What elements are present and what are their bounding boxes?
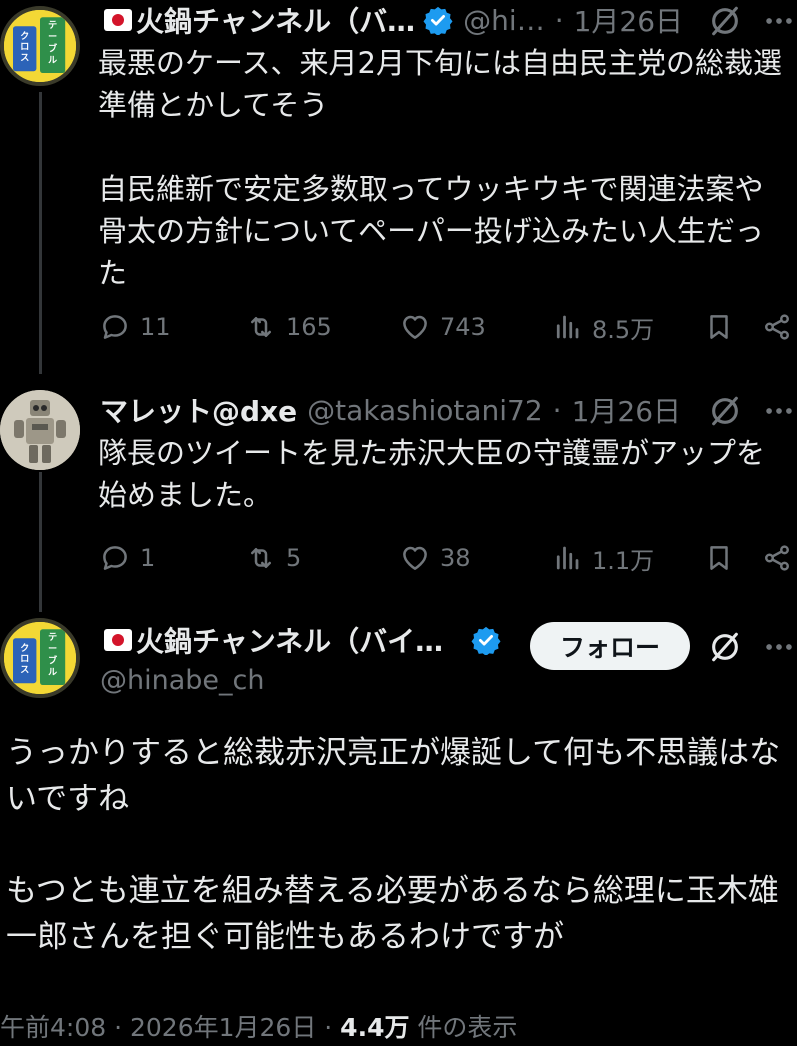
svg-text:ブ: ブ xyxy=(48,654,57,666)
follow-button[interactable]: フォロー xyxy=(530,622,690,670)
more-icon[interactable] xyxy=(762,4,796,38)
svg-text:ロ: ロ xyxy=(20,655,29,665)
like-icon xyxy=(403,315,427,339)
post-text: 最悪のケース、来月2月下旬には自由民主党の総裁選準備とかしてそう 自民維新で安定… xyxy=(98,46,783,290)
svg-text:テ: テ xyxy=(48,632,57,643)
avatar[interactable]: テ ー ブ ル ク ロ ス xyxy=(0,6,80,86)
repost-count: 5 xyxy=(286,544,302,572)
handle[interactable]: @hinabe_ch xyxy=(100,665,264,696)
like-count: 38 xyxy=(440,544,471,572)
display-name[interactable]: 火鍋チャンネル（バイ… xyxy=(136,620,443,660)
more-icon[interactable] xyxy=(762,394,796,428)
svg-text:ス: ス xyxy=(20,52,29,63)
main-post-text: うっかりすると総裁赤沢亮正が爆誕して何も不思議はないですね もつとも連立を組み替… xyxy=(6,735,781,955)
post-header: 火鍋チャンネル（バ… @hi… · 1月26日 xyxy=(104,0,683,40)
like-icon xyxy=(403,546,427,570)
robot-figure-image xyxy=(0,390,80,470)
bookmark-icon xyxy=(710,315,728,339)
views-label: 件の表示 xyxy=(409,1013,518,1042)
repost-count: 165 xyxy=(286,313,332,341)
views-count: 8.5万 xyxy=(592,315,655,344)
like-button[interactable]: 743 xyxy=(400,307,486,347)
share-button[interactable] xyxy=(762,538,792,578)
bookmark-icon xyxy=(710,546,728,570)
timestamp[interactable]: 1月26日 xyxy=(572,390,681,430)
share-icon xyxy=(765,314,789,340)
thread-line xyxy=(39,92,42,374)
share-button[interactable] xyxy=(762,307,792,347)
svg-text:ル: ル xyxy=(48,55,57,66)
japan-flag-icon xyxy=(104,9,132,31)
table-cross-logo: テ ー ブ ル ク ロ ス xyxy=(4,10,76,82)
display-name[interactable]: マレット@dxe xyxy=(100,390,297,430)
reply-count: 11 xyxy=(140,313,171,341)
separator-dot: · xyxy=(552,393,562,427)
grok-icon[interactable] xyxy=(708,4,742,38)
table-cross-logo: テ ー ブ ル ク ロ ス xyxy=(4,622,76,694)
svg-text:ル: ル xyxy=(48,667,57,678)
post-meta: 午前4:08 · 2026年1月26日 · 4.4万 件の表示 xyxy=(0,1008,517,1044)
reply-button[interactable]: 1 xyxy=(100,538,155,578)
verified-badge-icon[interactable] xyxy=(471,625,501,655)
handle-row: @hinabe_ch xyxy=(100,660,264,700)
post-text: 隊長のツイートを見た赤沢大臣の守護霊がアップを始めました。 xyxy=(98,436,766,512)
handle[interactable]: @takashiotani72 xyxy=(307,394,543,427)
reply-icon xyxy=(103,315,127,339)
repost-button[interactable]: 5 xyxy=(246,538,301,578)
avatar[interactable] xyxy=(0,390,80,470)
svg-text:ク: ク xyxy=(20,31,29,42)
thread-line xyxy=(39,472,42,612)
views-count: 1.1万 xyxy=(592,546,655,575)
post-timestamp[interactable]: 午前4:08 · 2026年1月26日 · xyxy=(0,1013,340,1042)
repost-button[interactable]: 165 xyxy=(246,307,332,347)
grok-icon[interactable] xyxy=(708,394,742,428)
verified-badge-icon[interactable] xyxy=(423,5,453,35)
reply-icon xyxy=(103,546,127,570)
views-button[interactable]: 8.5万 xyxy=(552,307,654,347)
views-icon xyxy=(556,315,579,339)
post-header: 火鍋チャンネル（バイ… xyxy=(104,620,501,660)
japan-flag-icon xyxy=(104,629,132,651)
reply-button[interactable]: 11 xyxy=(100,307,171,347)
post-header: マレット@dxe @takashiotani72 · 1月26日 xyxy=(100,390,681,430)
like-button[interactable]: 38 xyxy=(400,538,471,578)
like-count: 743 xyxy=(440,313,486,341)
svg-text:ロ: ロ xyxy=(20,43,29,53)
grok-icon[interactable] xyxy=(708,630,742,664)
share-icon xyxy=(765,545,789,571)
views-button[interactable]: 1.1万 xyxy=(552,538,654,578)
handle[interactable]: @hi… xyxy=(463,4,545,37)
thread-page: テ ー ブ ル ク ロ ス 火鍋チャンネル（バ… @hi… · 1月26日 最悪… xyxy=(0,0,797,1046)
separator-dot: · xyxy=(554,3,564,37)
timestamp[interactable]: 1月26日 xyxy=(574,0,683,40)
repost-icon xyxy=(251,548,271,568)
bookmark-button[interactable] xyxy=(704,307,734,347)
action-bar: 1 5 38 1.1万 xyxy=(100,538,797,578)
reply-count: 1 xyxy=(140,544,156,572)
repost-icon xyxy=(251,317,271,337)
views-count[interactable]: 4.4万 xyxy=(340,1013,409,1042)
display-name[interactable]: 火鍋チャンネル（バ… xyxy=(136,0,415,40)
svg-text:ク: ク xyxy=(20,643,29,654)
svg-text:テ: テ xyxy=(48,20,57,31)
action-bar: 11 165 743 8.5万 xyxy=(100,307,797,347)
svg-text:ー: ー xyxy=(48,645,57,655)
svg-text:ー: ー xyxy=(48,33,57,43)
more-icon[interactable] xyxy=(762,630,796,664)
avatar[interactable]: テ ー ブ ル ク ロ ス xyxy=(0,618,80,698)
views-icon xyxy=(556,546,579,570)
bookmark-button[interactable] xyxy=(704,538,734,578)
svg-text:ブ: ブ xyxy=(48,42,57,54)
svg-text:ス: ス xyxy=(20,664,29,675)
